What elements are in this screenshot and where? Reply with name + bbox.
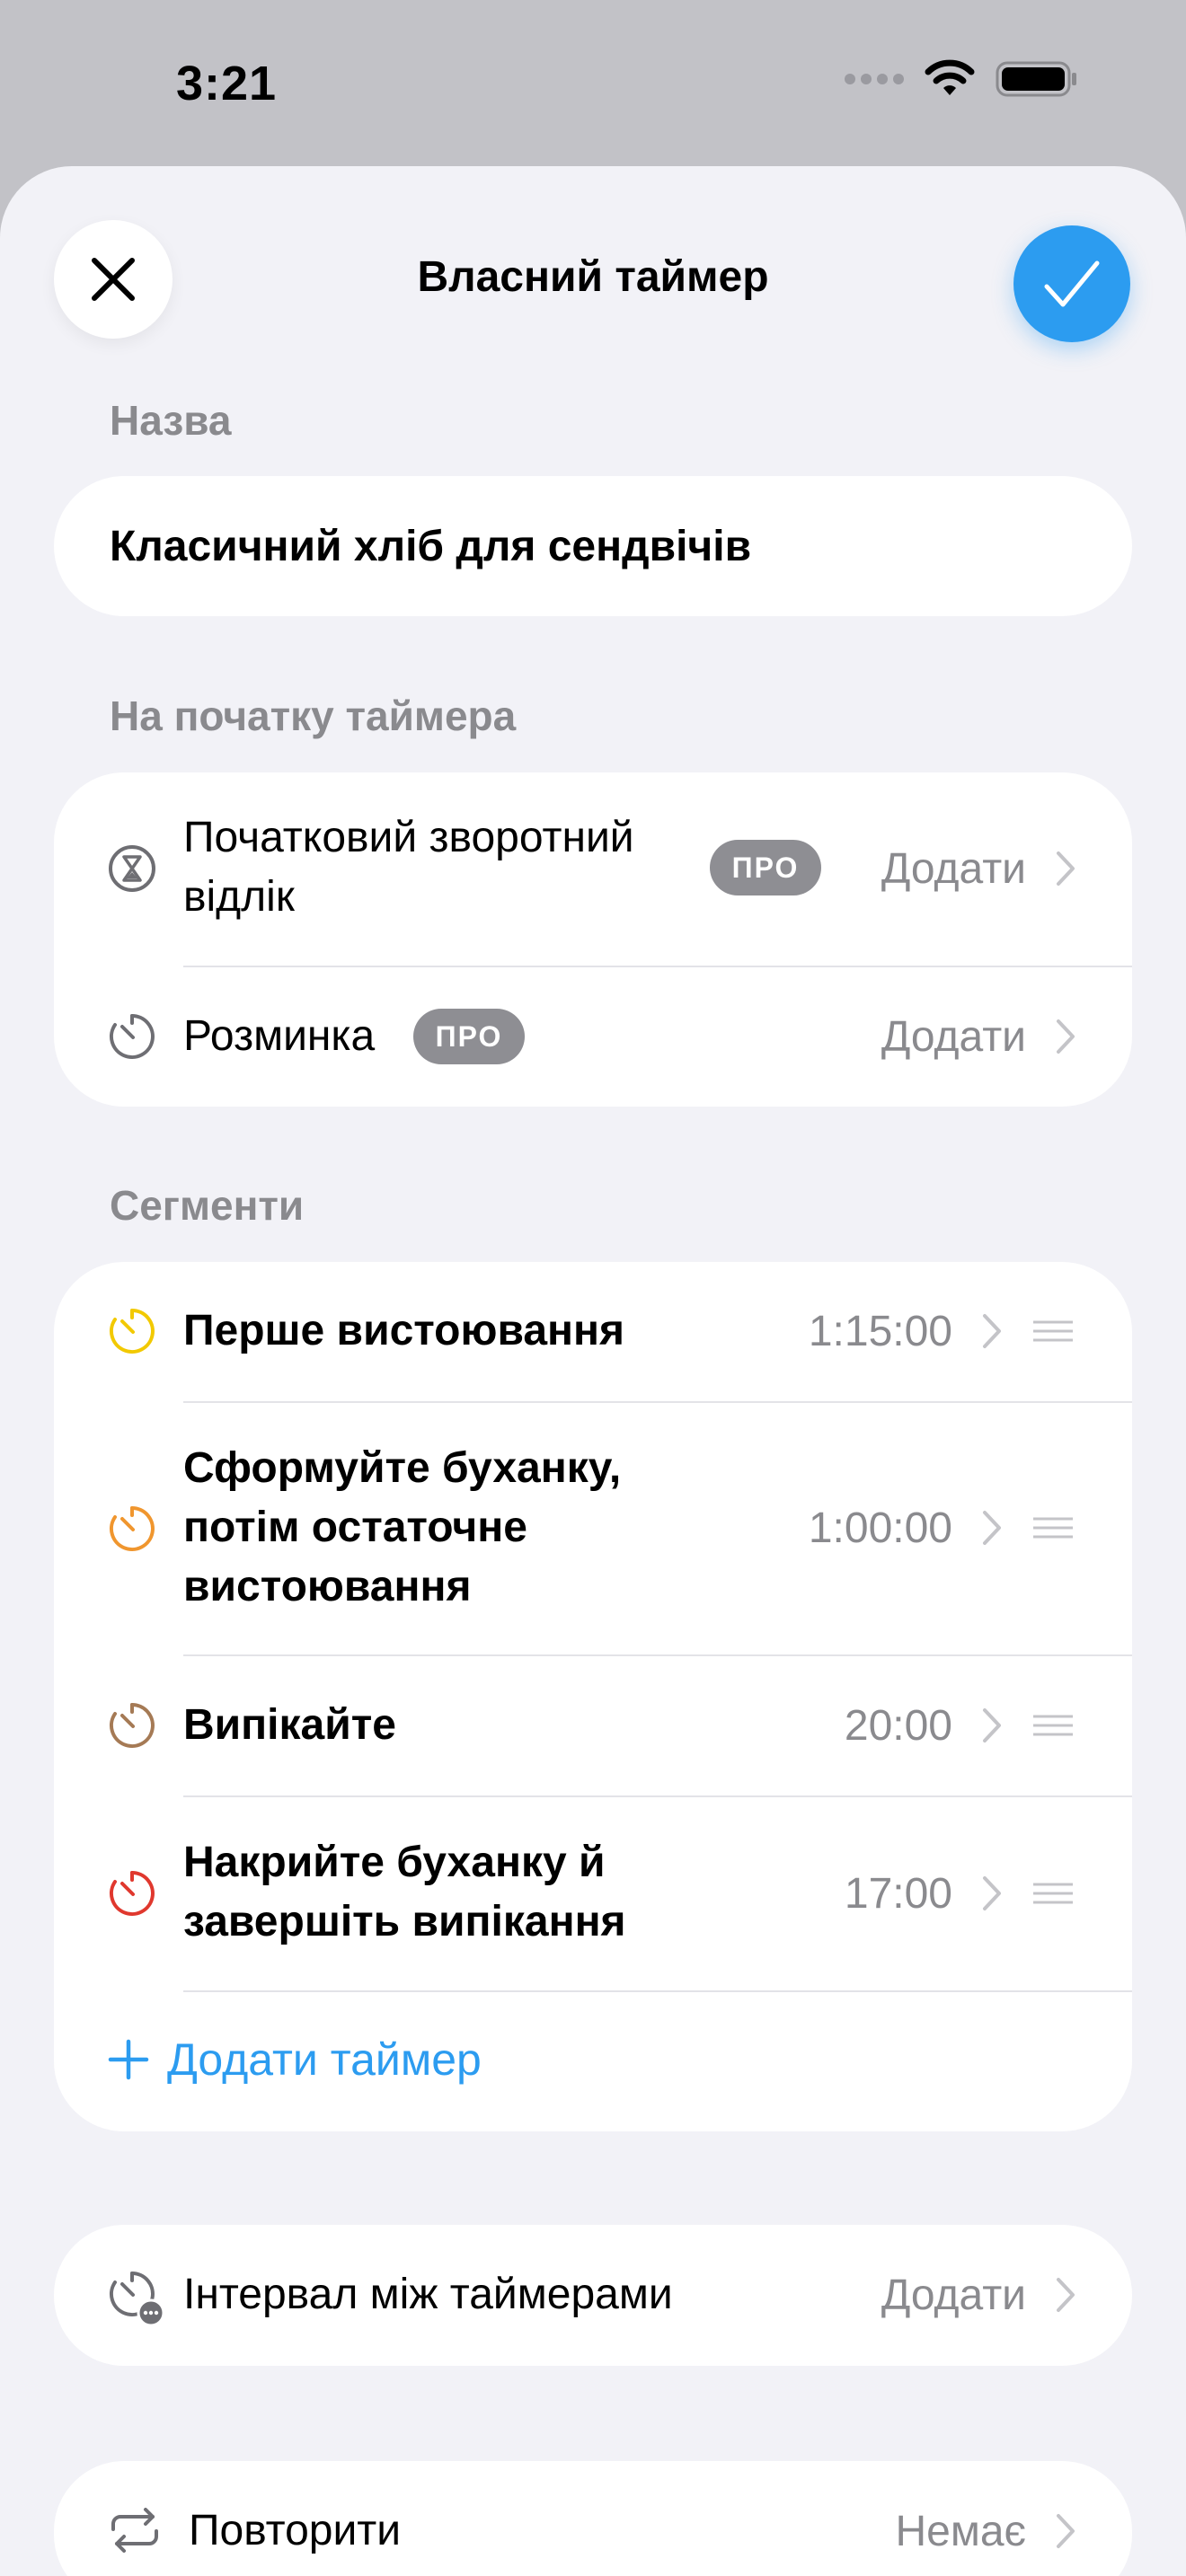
segment-label: Сформуйте буханку, потім остаточне висто…	[183, 1444, 622, 1610]
stopwatch-icon	[110, 1506, 155, 1551]
chevron-right-icon	[1057, 851, 1075, 886]
interval-timer-icon	[110, 2272, 165, 2327]
warmup-label: Розминка	[183, 1012, 376, 1060]
segment-row[interactable]: Сформуйте буханку, потім остаточне висто…	[54, 1403, 1132, 1654]
stopwatch-icon	[110, 1309, 155, 1354]
custom-timer-sheet: Власний таймер Назва На початку таймера …	[0, 166, 1186, 2576]
drag-handle-icon[interactable]	[1031, 1714, 1075, 1737]
timer-name-input[interactable]	[54, 476, 1132, 616]
interval-row[interactable]: Інтервал між таймерами Додати	[54, 2225, 1132, 2366]
stopwatch-icon	[110, 1014, 155, 1059]
status-icons	[845, 59, 1078, 99]
initial-countdown-label: Початковий зворотний відлік	[183, 814, 634, 921]
chevron-right-icon	[983, 1314, 1001, 1348]
page-title: Власний таймер	[417, 253, 769, 301]
repeat-card: Повторити Немає	[54, 2461, 1132, 2576]
segment-label: Накрийте буханку й завершіть випікання	[183, 1839, 626, 1945]
add-timer-label: Додати таймер	[167, 2034, 482, 2085]
chevron-right-icon	[983, 1511, 1001, 1545]
wifi-icon	[925, 59, 975, 95]
chevron-right-icon	[1057, 2514, 1075, 2548]
warmup-row[interactable]: Розминка ПРО Додати	[54, 967, 1132, 1107]
repeat-label: Повторити	[189, 2507, 402, 2554]
chevron-right-icon	[983, 1876, 1001, 1910]
initial-countdown-value: Додати	[881, 845, 1026, 893]
segments-section-label: Сегменти	[110, 1182, 305, 1229]
warmup-value: Додати	[881, 1013, 1026, 1061]
start-section-label: На початку таймера	[110, 693, 517, 739]
interval-value: Додати	[881, 2272, 1026, 2319]
segment-duration: 17:00	[844, 1870, 952, 1918]
segment-duration: 1:00:00	[808, 1504, 952, 1552]
checkmark-icon	[1044, 260, 1100, 307]
cellular-signal-icon	[845, 74, 904, 84]
initial-countdown-row[interactable]: Початковий зворотний відлік ПРО Додати	[54, 772, 1132, 966]
interval-label: Інтервал між таймерами	[183, 2271, 673, 2318]
segment-label: Перше вистоювання	[183, 1307, 625, 1354]
segment-duration: 1:15:00	[808, 1308, 952, 1355]
name-section-label: Назва	[110, 397, 232, 444]
repeat-value: Немає	[895, 2508, 1026, 2555]
pro-badge: ПРО	[413, 1009, 525, 1064]
start-card: Початковий зворотний відлік ПРО Додати Р…	[54, 772, 1132, 1107]
pro-badge: ПРО	[710, 840, 821, 895]
drag-handle-icon[interactable]	[1031, 1516, 1075, 1539]
divider	[183, 1990, 1132, 1992]
drag-handle-icon[interactable]	[1031, 1319, 1075, 1343]
confirm-button[interactable]	[1013, 225, 1130, 342]
drag-handle-icon[interactable]	[1031, 1882, 1075, 1905]
chevron-right-icon	[1057, 2278, 1075, 2312]
chevron-right-icon	[983, 1708, 1001, 1742]
segment-duration: 20:00	[844, 1702, 952, 1750]
plus-icon	[108, 2039, 149, 2080]
repeat-row[interactable]: Повторити Немає	[54, 2461, 1132, 2576]
repeat-icon	[111, 2508, 158, 2553]
segment-row[interactable]: Перше вистоювання 1:15:00	[54, 1262, 1132, 1401]
interval-card: Інтервал між таймерами Додати	[54, 2225, 1132, 2366]
battery-icon	[996, 61, 1076, 97]
segment-row[interactable]: Накрийте буханку й завершіть випікання 1…	[54, 1797, 1132, 1990]
segments-card: Перше вистоювання 1:15:00 Сформуйте буха…	[54, 1262, 1132, 2131]
hourglass-icon	[109, 845, 155, 892]
status-time: 3:21	[176, 57, 278, 110]
stopwatch-icon	[110, 1703, 155, 1748]
segment-label: Випікайте	[183, 1701, 396, 1749]
status-bar: 3:21	[0, 0, 1186, 166]
stopwatch-icon	[110, 1871, 155, 1916]
add-timer-button[interactable]: Додати таймер	[108, 2015, 482, 2104]
segment-row[interactable]: Випікайте 20:00	[54, 1656, 1132, 1795]
name-card	[54, 476, 1132, 616]
chevron-right-icon	[1057, 1019, 1075, 1054]
